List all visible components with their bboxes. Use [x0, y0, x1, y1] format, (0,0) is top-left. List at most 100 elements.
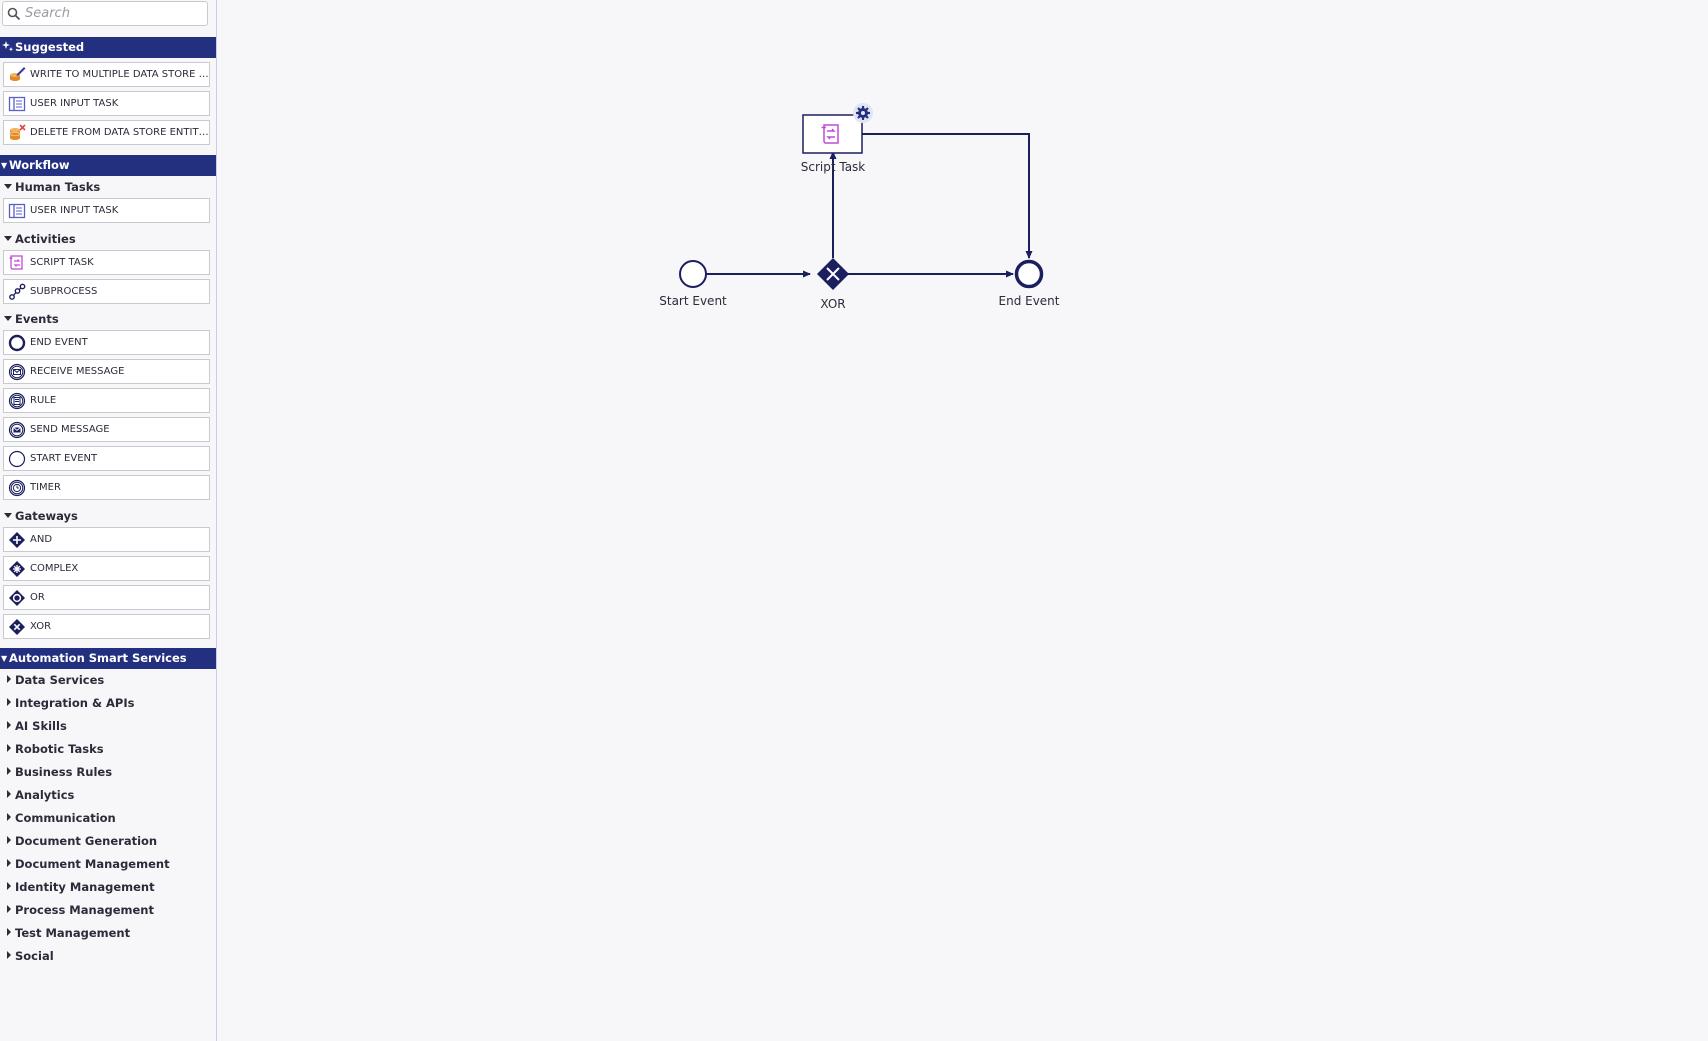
group-title: Events	[15, 312, 59, 326]
start-event-node[interactable]	[679, 260, 707, 288]
item-label: USER INPUT TASK	[30, 205, 119, 216]
category-label: Communication	[15, 811, 116, 825]
category-integration-apis[interactable]: Integration & APIs	[7, 695, 134, 711]
send-message-icon	[8, 421, 26, 439]
script-task-icon	[9, 255, 23, 270]
item-label: SUBPROCESS	[30, 286, 98, 297]
group-gateways[interactable]: Gateways	[4, 508, 78, 524]
caret-right-icon	[7, 951, 11, 959]
category-ai-skills[interactable]: AI Skills	[7, 718, 67, 734]
palette-item-complex[interactable]: COMPLEX	[3, 556, 210, 581]
section-suggested[interactable]: Suggested	[0, 37, 216, 58]
category-document-management[interactable]: Document Management	[7, 856, 170, 872]
palette-item-user-input-task[interactable]: USER INPUT TASK	[3, 91, 210, 116]
item-label: USER INPUT TASK	[30, 98, 119, 109]
category-process-management[interactable]: Process Management	[7, 902, 154, 918]
process-canvas[interactable]: Start Event XOR End Event Script Task	[217, 0, 1708, 1041]
palette-item-timer[interactable]: TIMER	[3, 475, 210, 500]
subprocess-icon	[9, 283, 26, 300]
palette-item-xor[interactable]: XOR	[3, 614, 210, 639]
caret-down-icon	[4, 184, 12, 189]
palette-item-or[interactable]: OR	[3, 585, 210, 610]
search-icon	[7, 7, 21, 21]
category-label: AI Skills	[15, 719, 67, 733]
category-label: Social	[15, 949, 54, 963]
caret-right-icon	[7, 905, 11, 913]
data-store-write-icon	[10, 67, 26, 81]
category-data-services[interactable]: Data Services	[7, 672, 104, 688]
category-robotic-tasks[interactable]: Robotic Tasks	[7, 741, 104, 757]
caret-down-icon: ▼	[1, 654, 8, 663]
category-identity-management[interactable]: Identity Management	[7, 879, 155, 895]
caret-right-icon	[7, 790, 11, 798]
node-palette: Suggested WRITE TO MULTIPLE DATA STORE E…	[0, 0, 217, 1041]
section-title: Workflow	[9, 158, 70, 172]
start-event-label: Start Event	[659, 294, 727, 308]
xor-gateway-node[interactable]	[817, 258, 849, 290]
script-task-label: Script Task	[800, 160, 866, 174]
caret-down-icon	[4, 513, 12, 518]
category-analytics[interactable]: Analytics	[7, 787, 74, 803]
xor-gateway-icon	[9, 619, 25, 635]
palette-item-rule[interactable]: RULE	[3, 388, 210, 413]
section-workflow[interactable]: ▼ Workflow	[0, 155, 216, 176]
end-event-label: End Event	[998, 294, 1060, 308]
palette-item-receive-message[interactable]: RECEIVE MESSAGE	[3, 359, 210, 384]
user-input-task-icon	[8, 203, 26, 219]
group-human-tasks[interactable]: Human Tasks	[4, 179, 100, 195]
category-label: Data Services	[15, 673, 105, 687]
palette-item-subprocess[interactable]: SUBPROCESS	[3, 279, 210, 304]
palette-item-write-data-store[interactable]: WRITE TO MULTIPLE DATA STORE E...	[3, 62, 210, 87]
category-business-rules[interactable]: Business Rules	[7, 764, 112, 780]
category-label: Robotic Tasks	[15, 742, 104, 756]
palette-item-end-event[interactable]: END EVENT	[3, 330, 210, 355]
palette-item-start-event[interactable]: START EVENT	[3, 446, 210, 471]
group-events[interactable]: Events	[4, 311, 59, 327]
script-task-node[interactable]	[802, 114, 863, 154]
caret-right-icon	[7, 721, 11, 729]
flow-script-to-end[interactable]	[862, 133, 1033, 259]
user-input-task-icon	[8, 96, 26, 112]
caret-down-icon	[4, 236, 12, 241]
category-label: Document Generation	[15, 834, 158, 848]
caret-down-icon	[4, 316, 12, 321]
and-gateway-icon	[9, 532, 25, 548]
item-label: XOR	[30, 621, 52, 632]
palette-item-send-message[interactable]: SEND MESSAGE	[3, 417, 210, 442]
category-document-generation[interactable]: Document Generation	[7, 833, 157, 849]
item-label: SEND MESSAGE	[30, 424, 110, 435]
caret-down-icon: ▼	[1, 161, 8, 170]
category-test-management[interactable]: Test Management	[7, 925, 130, 941]
section-title: Automation Smart Services	[9, 651, 187, 665]
palette-item-user-input-task[interactable]: USER INPUT TASK	[3, 198, 210, 223]
caret-right-icon	[7, 882, 11, 890]
section-automation-smart-services[interactable]: ▼ Automation Smart Services	[0, 648, 216, 669]
palette-item-script-task[interactable]: SCRIPT TASK	[3, 250, 210, 275]
xor-label: XOR	[820, 297, 846, 311]
category-social[interactable]: Social	[7, 948, 54, 964]
category-label: Test Management	[15, 926, 131, 940]
category-communication[interactable]: Communication	[7, 810, 116, 826]
end-event-node[interactable]	[1014, 259, 1044, 289]
section-title: Suggested	[15, 40, 85, 54]
item-label: DELETE FROM DATA STORE ENTITIES	[30, 127, 210, 138]
category-label: Business Rules	[15, 765, 113, 779]
group-title: Gateways	[15, 509, 78, 523]
start-event-icon	[8, 450, 26, 468]
group-title: Human Tasks	[15, 180, 101, 194]
caret-right-icon	[7, 744, 11, 752]
complex-gateway-icon	[9, 561, 25, 577]
caret-right-icon	[7, 675, 11, 683]
palette-item-and[interactable]: AND	[3, 527, 210, 552]
item-label: WRITE TO MULTIPLE DATA STORE E...	[30, 69, 210, 80]
group-activities[interactable]: Activities	[4, 231, 76, 247]
search-input[interactable]	[25, 4, 203, 23]
item-label: AND	[30, 534, 53, 545]
palette-item-delete-data-store[interactable]: DELETE FROM DATA STORE ENTITIES	[3, 120, 210, 145]
search-box[interactable]	[2, 1, 208, 26]
item-label: SCRIPT TASK	[30, 257, 94, 268]
end-event-icon	[8, 334, 26, 352]
gear-icon[interactable]	[853, 103, 873, 123]
item-label: COMPLEX	[30, 563, 79, 574]
rule-icon	[8, 392, 26, 410]
